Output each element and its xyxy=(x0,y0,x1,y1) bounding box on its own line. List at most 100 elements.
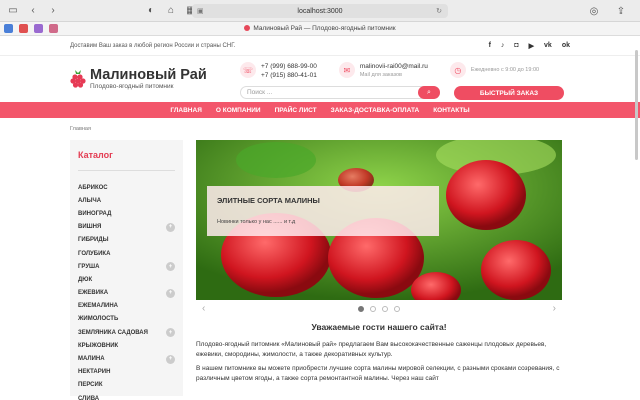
catalog-item[interactable]: АБРИКОС xyxy=(78,181,175,194)
phone-1[interactable]: +7 (999) 688-99-00 xyxy=(261,62,317,71)
quick-order-button[interactable]: БЫСТРЫЙ ЗАКАЗ xyxy=(454,86,564,100)
catalog-item-label: ГРУША xyxy=(78,263,100,270)
catalog-item[interactable]: СЛИВА xyxy=(78,392,175,400)
share-icon[interactable]: ⇪ xyxy=(614,4,628,18)
sidebar-toggle-icon[interactable]: ▭ xyxy=(6,4,20,18)
welcome-paragraph-1: Плодово-ягодный питомник «Малиновый рай»… xyxy=(196,341,547,358)
banner-caption: ЭЛИТНЫЕ СОРТА МАЛИНЫ Новинки только у на… xyxy=(207,186,439,236)
phone-2[interactable]: +7 (915) 880-41-01 xyxy=(261,71,317,80)
welcome-heading: Уважаемые гости нашего сайта! xyxy=(311,322,447,332)
top-info-bar: Доставим Ваш заказ в любой регион России… xyxy=(0,36,640,56)
breadcrumb-home[interactable]: Главная xyxy=(70,126,91,132)
slider-dot[interactable] xyxy=(370,306,376,312)
expand-icon[interactable]: + xyxy=(166,328,175,338)
catalog-item[interactable]: ГИБРИДЫ xyxy=(78,234,175,247)
home-icon[interactable]: ⌂ xyxy=(164,4,178,18)
catalog-item[interactable]: ГОЛУБИКА xyxy=(78,247,175,260)
search-input[interactable]: Поиск ... ⌕ xyxy=(240,86,440,99)
catalog-item-label: ПЕРСИК xyxy=(78,382,103,389)
slider-next-icon[interactable]: › xyxy=(553,303,556,314)
slider-dot[interactable] xyxy=(394,306,400,312)
breadcrumb: Главная xyxy=(0,118,640,140)
catalog-item-label: МАЛИНА xyxy=(78,356,105,363)
phone-icon: ☏ xyxy=(240,62,256,78)
catalog-item[interactable]: ЖИМОЛОСТЬ xyxy=(78,313,175,326)
hero-banner[interactable]: ЭЛИТНЫЕ СОРТА МАЛИНЫ Новинки только у на… xyxy=(196,140,562,300)
working-hours: Ежедневно с 9:00 до 19:00 xyxy=(470,67,540,73)
welcome-paragraph-2: В нашем питомнике вы можете приобрести л… xyxy=(196,365,560,382)
catalog-item-label: ДЮК xyxy=(78,276,93,283)
nav-home[interactable]: ГЛАВНАЯ xyxy=(170,107,202,114)
catalog-item[interactable]: КРЫЖОВНИК xyxy=(78,339,175,352)
instagram-icon[interactable]: ◘ xyxy=(514,42,518,50)
catalog-item-label: АБРИКОС xyxy=(78,184,108,191)
hours-block: ◷ Ежедневно с 9:00 до 19:00 xyxy=(449,62,540,80)
content-area: Каталог АБРИКОС АЛЫЧА ВИНОГРАД ВИШНЯ + ГИБРИД… xyxy=(0,140,640,400)
nav-price-list[interactable]: ПРАЙС ЛИСТ xyxy=(275,107,317,114)
catalog-sidebar: Каталог АБРИКОС АЛЫЧА ВИНОГРАД ВИШНЯ + ГИБРИД… xyxy=(70,140,183,400)
main-column: ЭЛИТНЫЕ СОРТА МАЛИНЫ Новинки только у на… xyxy=(196,140,562,396)
catalog-item-label: ЗЕМЛЯНИКА САДОВАЯ xyxy=(78,329,148,336)
search-icon: ⌕ xyxy=(427,88,431,96)
email-block: ✉ malinovii-rai00@mail.ru Mail для заказ… xyxy=(338,62,428,80)
email-label: Mail для заказов xyxy=(359,72,402,78)
active-tab[interactable]: Малиновый Рай — Плодово-ягодный питомник xyxy=(0,25,640,32)
search-button[interactable]: ⌕ xyxy=(418,86,440,99)
expand-icon[interactable]: + xyxy=(166,262,175,272)
nav-about[interactable]: О КОМПАНИИ xyxy=(216,107,261,114)
odnoklassniki-icon[interactable]: ok xyxy=(562,42,570,50)
tiktok-icon[interactable]: ♪ xyxy=(501,42,505,50)
nav-contacts[interactable]: КОНТАКТЫ xyxy=(433,107,469,114)
slider-dot[interactable] xyxy=(382,306,388,312)
catalog-item[interactable]: ЕЖЕМАЛИНА xyxy=(78,300,175,313)
catalog-item-label: АЛЫЧА xyxy=(78,197,102,204)
page-scrollbar[interactable] xyxy=(635,50,638,160)
facebook-icon[interactable]: f xyxy=(489,42,491,50)
address-bar[interactable]: ▣ localhost:3000 ↻ xyxy=(192,4,448,18)
tab-title: Малиновый Рай — Плодово-ягодный питомник xyxy=(253,25,396,32)
catalog-item[interactable]: МАЛИНА + xyxy=(78,352,175,365)
logo-title: Малиновый Рай xyxy=(90,67,207,83)
divider xyxy=(78,170,175,171)
delivery-text: Доставим Ваш заказ в любой регион России… xyxy=(70,42,236,49)
expand-icon[interactable]: + xyxy=(166,354,175,364)
catalog-item[interactable]: ГРУША + xyxy=(78,260,175,273)
catalog-item-label: НЕКТАРИН xyxy=(78,369,111,376)
expand-icon[interactable]: + xyxy=(166,288,175,298)
safari-icon[interactable]: ◎ xyxy=(587,4,601,18)
back-icon[interactable]: ‹ xyxy=(26,4,40,18)
catalog-item[interactable]: ПЕРСИК xyxy=(78,379,175,392)
site-header: Малиновый Рай Плодово-ягодный питомник ☏… xyxy=(0,56,640,102)
page-info-icon[interactable]: ▣ xyxy=(197,7,204,15)
vk-icon[interactable]: vk xyxy=(544,42,552,50)
catalog-item[interactable]: АЛЫЧА xyxy=(78,194,175,207)
slider-dot[interactable] xyxy=(358,306,364,312)
browser-toolbar: ▭ ‹ › ◐ ⌂ ▦ + ▣ localhost:3000 ↻ ◎ ⇪ xyxy=(0,0,640,22)
catalog-item[interactable]: ВИШНЯ + xyxy=(78,221,175,234)
clock-icon: ◷ xyxy=(449,62,466,78)
catalog-item[interactable]: ДЮК xyxy=(78,273,175,286)
forward-icon[interactable]: › xyxy=(46,4,60,18)
youtube-icon[interactable]: ▶ xyxy=(529,42,534,50)
tab-favicon xyxy=(244,25,251,32)
social-links: f ♪ ◘ ▶ vk ok xyxy=(489,42,570,50)
tab-bar: Малиновый Рай — Плодово-ягодный питомник xyxy=(0,22,640,36)
url-text: localhost:3000 xyxy=(297,7,343,15)
slider-controls: ‹ › xyxy=(196,300,562,318)
catalog-item[interactable]: ВИНОГРАД xyxy=(78,207,175,220)
reload-icon[interactable]: ↻ xyxy=(436,7,442,15)
catalog-item[interactable]: НЕКТАРИН xyxy=(78,366,175,379)
slider-prev-icon[interactable]: ‹ xyxy=(202,303,205,314)
contacts: ☏ +7 (999) 688-99-00 +7 (915) 880-41-01 … xyxy=(240,62,561,80)
catalog-item-label: СЛИВА xyxy=(78,395,100,400)
email-link[interactable]: malinovii-rai00@mail.ru xyxy=(360,62,428,71)
nav-order-delivery[interactable]: ЗАКАЗ-ДОСТАВКА-ОПЛАТА xyxy=(331,107,420,114)
catalog-item[interactable]: ЗЕМЛЯНИКА САДОВАЯ + xyxy=(78,326,175,339)
catalog-title: Каталог xyxy=(78,150,113,160)
expand-icon[interactable]: + xyxy=(166,222,175,232)
catalog-item-label: ГОЛУБИКА xyxy=(78,250,111,257)
site-logo[interactable]: Малиновый Рай Плодово-ягодный питомник xyxy=(70,68,207,90)
shield-icon[interactable]: ◐ xyxy=(144,4,158,18)
catalog-item-label: ЕЖЕВИКА xyxy=(78,290,109,297)
catalog-item[interactable]: ЕЖЕВИКА + xyxy=(78,287,175,300)
